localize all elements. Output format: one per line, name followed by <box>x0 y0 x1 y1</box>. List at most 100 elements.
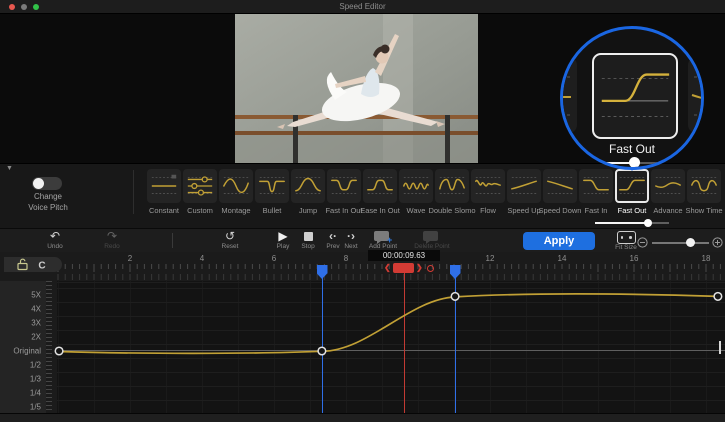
ruler-tools: C <box>4 257 62 272</box>
preset-speed-up[interactable]: Speed Up <box>507 169 541 227</box>
magnified-preset-label: Fast Out <box>563 142 701 156</box>
preset-card[interactable] <box>219 169 253 203</box>
playhead-left-arrow-icon[interactable]: ❮ <box>384 263 391 272</box>
delete-point-button[interactable]: Delete Point <box>404 230 460 250</box>
svg-text:4: 4 <box>200 254 205 263</box>
preset-list: Constant Custom MontageBulletJumpFast In O… <box>147 169 721 227</box>
preset-card[interactable] <box>399 169 433 203</box>
undo-icon: ↶ <box>33 230 77 243</box>
preset-label: Show Time <box>685 206 722 215</box>
undo-button[interactable]: ↶ Undo <box>33 230 77 250</box>
preset-advance[interactable]: Advance <box>651 169 685 227</box>
svg-text:18: 18 <box>702 254 711 263</box>
svg-text:16: 16 <box>630 254 639 263</box>
preset-fast-in-out[interactable]: Fast In Out <box>327 169 361 227</box>
playhead-handle[interactable] <box>393 263 414 273</box>
preset-card[interactable] <box>363 169 397 203</box>
curve-show-time-icon <box>689 173 719 199</box>
preset-label: Double Slomo <box>428 206 475 215</box>
preset-card[interactable] <box>471 169 505 203</box>
svg-text:14: 14 <box>558 254 567 263</box>
preset-label: Fast In <box>585 206 608 215</box>
preset-card[interactable] <box>147 169 181 203</box>
curve-wave-icon <box>401 173 431 199</box>
voice-pitch-label-1: Change <box>8 192 88 201</box>
speed-curve[interactable] <box>0 281 725 413</box>
preset-montage[interactable]: Montage <box>219 169 253 227</box>
timeline-zoom-knob[interactable] <box>686 238 695 247</box>
preset-label: Flow <box>480 206 496 215</box>
curve-mode-button[interactable]: C <box>38 261 45 272</box>
fit-size-icon <box>617 231 636 244</box>
curve-control-point[interactable] <box>318 347 326 355</box>
redo-button[interactable]: ↷ Redo <box>90 230 134 250</box>
curve-custom-icon <box>185 173 215 199</box>
toolbar-divider <box>172 233 173 248</box>
preset-fast-out[interactable]: Fast Out <box>615 169 649 227</box>
ballerina-image <box>235 14 478 163</box>
preset-ease-in-out[interactable]: Ease In Out <box>363 169 397 227</box>
preset-card[interactable] <box>327 169 361 203</box>
toolbar: ↶ Undo ↷ Redo ↺ Reset ▶ Play Stop ‹· Pre… <box>0 228 725 254</box>
curve-advance-icon <box>653 173 683 199</box>
timeline-zoom-slider[interactable] <box>652 242 709 244</box>
preset-label: Fast Out <box>618 206 647 215</box>
preset-wave[interactable]: Wave <box>399 169 433 227</box>
preset-show-time[interactable]: Show Time <box>687 169 721 227</box>
panel-collapse-arrow[interactable]: ▼ <box>6 165 13 172</box>
zoom-out-icon[interactable] <box>637 237 648 248</box>
reset-button[interactable]: ↺ Reset <box>208 230 252 250</box>
preset-custom[interactable]: Custom <box>183 169 217 227</box>
playhead-right-arrow-icon[interactable]: ❯ <box>416 263 423 272</box>
magnifier-callout: Fast Out <box>560 26 704 170</box>
toggle-knob <box>33 178 44 189</box>
preview-stage: Fast Out <box>0 14 725 163</box>
preset-card[interactable] <box>687 169 721 203</box>
curve-control-point[interactable] <box>55 347 63 355</box>
curve-ease-in-out-icon <box>365 173 395 199</box>
curve-control-point[interactable] <box>714 293 722 301</box>
preset-speed-down[interactable]: Speed Down <box>543 169 577 227</box>
preset-card[interactable] <box>615 169 649 203</box>
timeline-ruler[interactable]: 24681012141618 C 00:00:09.63 ❮ ❯ <box>0 252 725 281</box>
video-preview <box>235 14 478 163</box>
preset-label: Custom <box>187 206 213 215</box>
preset-card[interactable] <box>651 169 685 203</box>
preset-label: Wave <box>407 206 426 215</box>
curve-control-point[interactable] <box>451 293 459 301</box>
add-point-button[interactable]: + Add Point <box>361 230 405 250</box>
redo-icon: ↷ <box>90 230 134 243</box>
curve-fast-in-out-icon <box>329 173 359 199</box>
voice-pitch-toggle[interactable] <box>32 177 62 190</box>
magnified-neighbor-left <box>560 57 577 133</box>
lock-icon[interactable] <box>18 259 27 269</box>
zoom-in-icon[interactable] <box>712 237 723 248</box>
preset-fast-in[interactable]: Fast In <box>579 169 613 227</box>
curve-jump-icon <box>293 173 323 199</box>
preset-jump[interactable]: Jump <box>291 169 325 227</box>
preset-constant[interactable]: Constant <box>147 169 181 227</box>
preset-card[interactable] <box>543 169 577 203</box>
preset-intensity-slider[interactable] <box>595 222 669 224</box>
curve-montage-icon <box>221 173 251 199</box>
preset-double-slomo[interactable]: Double Slomo <box>435 169 469 227</box>
fast-out-curve-icon <box>594 55 676 137</box>
playhead-loop-icon[interactable] <box>427 265 434 272</box>
preset-label: Advance <box>653 206 682 215</box>
preset-card[interactable] <box>579 169 613 203</box>
preset-flow[interactable]: Flow <box>471 169 505 227</box>
timecode-display: 00:00:09.63 <box>368 250 440 261</box>
preset-bullet[interactable]: Bullet <box>255 169 289 227</box>
magnified-slider-knob <box>629 157 640 168</box>
preset-card[interactable] <box>255 169 289 203</box>
preset-card[interactable] <box>435 169 469 203</box>
apply-button[interactable]: Apply <box>523 232 595 250</box>
curve-bullet-icon <box>257 173 287 199</box>
window-title: Speed Editor <box>0 2 725 11</box>
preset-card[interactable] <box>507 169 541 203</box>
preset-card[interactable] <box>183 169 217 203</box>
preset-label: Speed Down <box>539 206 582 215</box>
preset-card[interactable] <box>291 169 325 203</box>
magnified-neighbor-right <box>688 57 704 133</box>
svg-text:12: 12 <box>486 254 495 263</box>
